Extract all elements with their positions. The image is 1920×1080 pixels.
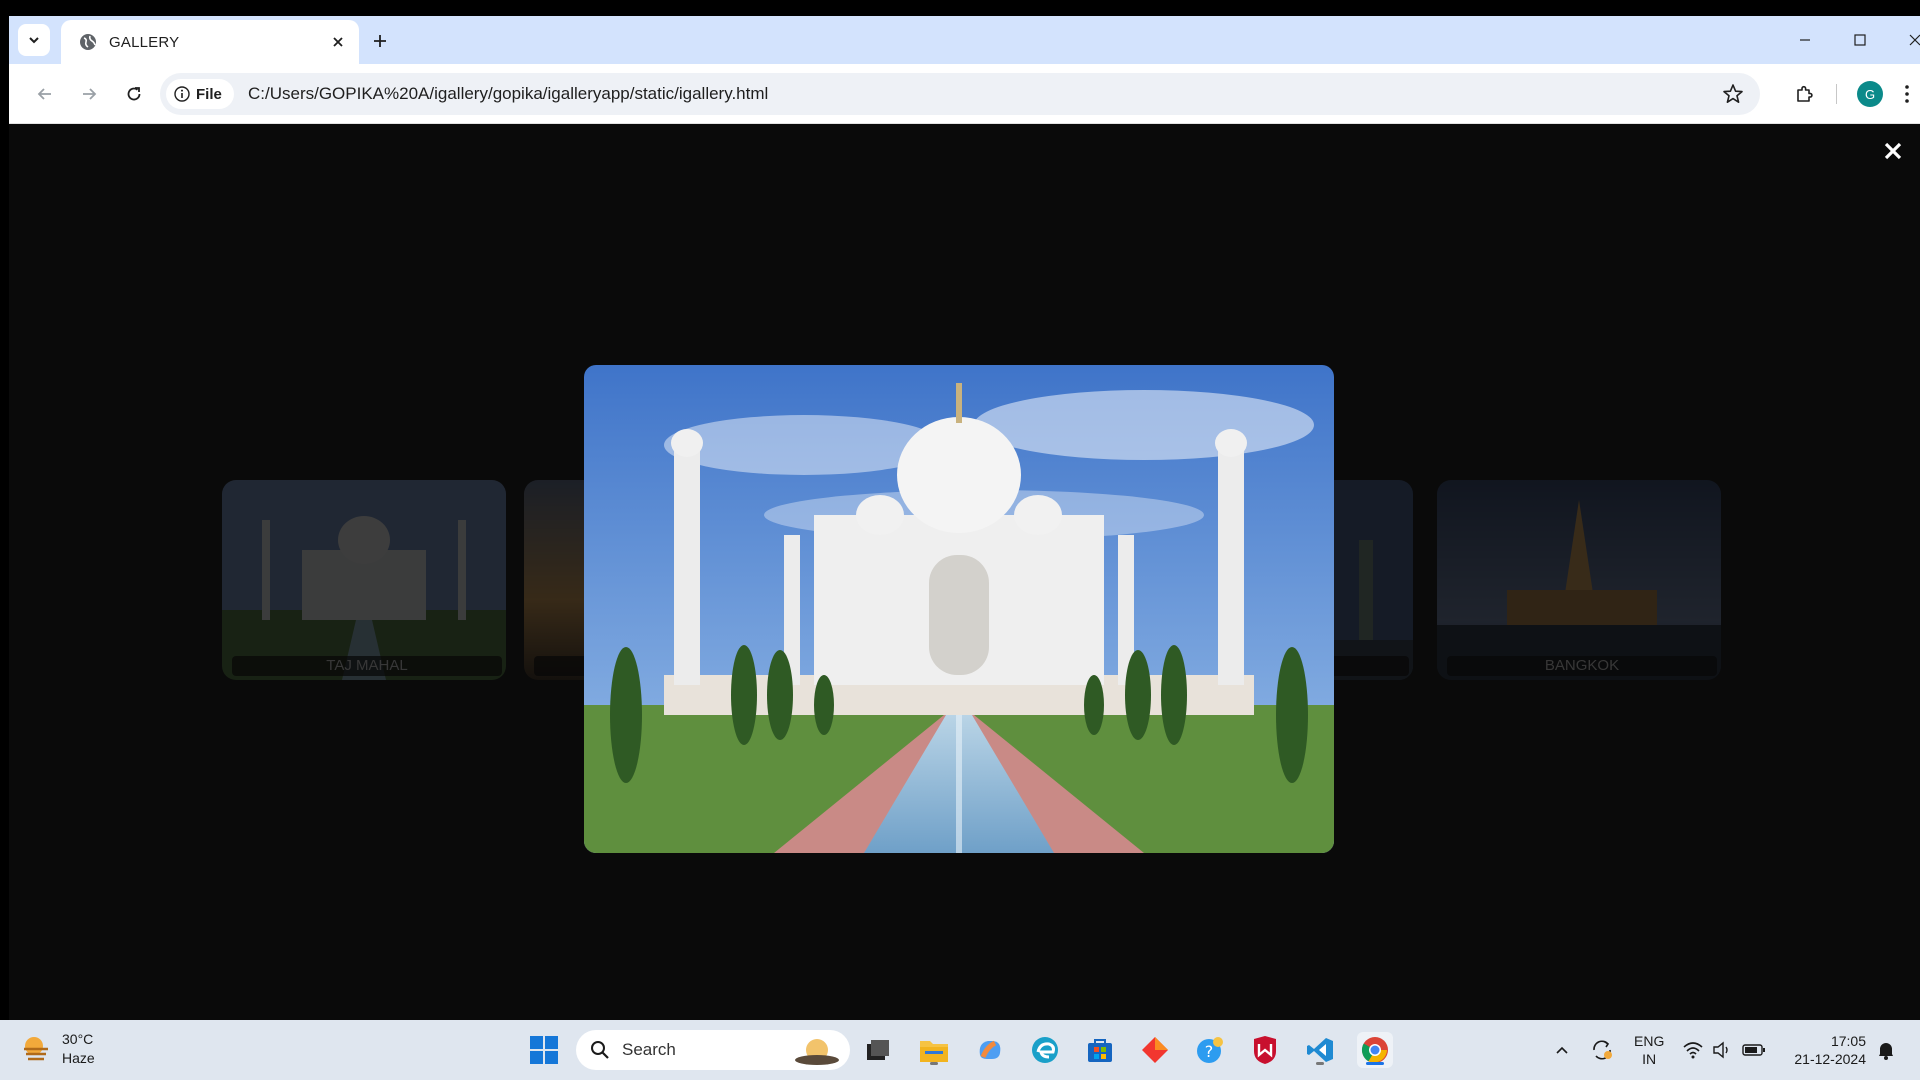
input-language[interactable]: ENG IN <box>1634 1032 1664 1068</box>
gallery-page: TAJ MAHAL BANGKOK <box>9 124 1920 1020</box>
store-button[interactable] <box>1082 1032 1118 1068</box>
clock[interactable]: 17:05 21-12-2024 <box>1786 1032 1866 1068</box>
active-indicator <box>1366 1062 1384 1065</box>
copilot-button[interactable] <box>972 1032 1008 1068</box>
reload-icon <box>127 87 141 101</box>
lightbox-close-button[interactable] <box>1880 138 1906 164</box>
globe-icon <box>80 34 96 50</box>
task-view-icon <box>867 1040 889 1060</box>
sync-icon <box>1593 1040 1612 1060</box>
card-label: BANGKOK <box>1447 656 1717 676</box>
show-hidden-icons-button[interactable] <box>1544 1032 1580 1068</box>
mcafee-button[interactable] <box>1247 1032 1283 1068</box>
gallery-card-taj-mahal[interactable]: TAJ MAHAL <box>222 480 506 680</box>
taj-mahal-photo <box>584 365 1334 853</box>
sync-button[interactable] <box>1584 1032 1620 1068</box>
bell-icon <box>1879 1043 1893 1060</box>
close-icon <box>1884 142 1902 160</box>
svg-text:?: ? <box>1205 1042 1214 1061</box>
puzzle-icon <box>1797 85 1813 102</box>
arrow-right-icon <box>83 88 97 100</box>
arrow-left-icon <box>37 88 51 100</box>
chevron-up-icon <box>1556 1046 1568 1054</box>
app-button[interactable]: ? <box>1192 1032 1228 1068</box>
diamond-app-icon <box>1142 1037 1168 1063</box>
minimize-icon <box>1800 39 1810 41</box>
wifi-icon <box>1683 1042 1703 1059</box>
bangkok-thumbnail <box>1437 480 1721 680</box>
taskbar: 30°C Haze Search ? ENG IN 17:05 21-12-20… <box>0 1020 1920 1080</box>
notifications-button[interactable] <box>1868 1032 1904 1068</box>
chrome-icon <box>1361 1037 1388 1063</box>
url-text[interactable]: C:/Users/GOPIKA%20A/igallery/gopika/igal… <box>248 84 768 104</box>
vscode-icon <box>1307 1038 1333 1062</box>
task-view-button[interactable] <box>860 1032 896 1068</box>
haze-icon <box>24 1037 48 1061</box>
battery-icon <box>1742 1044 1765 1056</box>
toolbar-divider <box>1836 84 1837 104</box>
edge-button[interactable] <box>1027 1032 1063 1068</box>
forward-button[interactable] <box>73 78 105 110</box>
plus-icon <box>374 35 386 47</box>
weather-desc: Haze <box>62 1050 95 1066</box>
tab-title: GALLERY <box>109 33 180 51</box>
tab-gallery[interactable]: GALLERY <box>61 20 359 64</box>
copilot-icon <box>979 1040 1001 1059</box>
chevron-down-icon <box>29 37 39 44</box>
taj-mahal-thumbnail <box>222 480 506 680</box>
address-bar[interactable]: File C:/Users/GOPIKA%20A/igallery/gopika… <box>160 73 1760 115</box>
tab-close-button[interactable] <box>327 31 349 53</box>
tips-icon: ? <box>1197 1037 1223 1063</box>
start-button[interactable] <box>526 1032 562 1068</box>
search-icon <box>591 1041 609 1059</box>
browser-window: GALLERY File C:/Users/GOPIKA%20A/igaller… <box>9 16 1920 1020</box>
close-window-button[interactable] <box>1895 24 1920 56</box>
new-tab-button[interactable] <box>367 28 393 54</box>
time: 17:05 <box>1830 1033 1866 1049</box>
lang-line1: ENG <box>1634 1033 1665 1049</box>
info-icon <box>174 86 190 102</box>
folder-icon <box>920 1041 948 1062</box>
shield-icon <box>1254 1036 1276 1064</box>
system-tray[interactable] <box>1682 1020 1766 1080</box>
weather-temp: 30°C <box>62 1031 94 1047</box>
gallery-card-bangkok[interactable]: BANGKOK <box>1437 480 1721 680</box>
windows-logo-icon <box>530 1036 558 1064</box>
tab-strip: GALLERY <box>9 16 1920 64</box>
lang-line2: IN <box>1642 1051 1657 1067</box>
taskbar-search[interactable]: Search <box>576 1030 850 1070</box>
browser-toolbar: File C:/Users/GOPIKA%20A/igallery/gopika… <box>9 64 1920 124</box>
back-button[interactable] <box>29 78 61 110</box>
store-icon <box>1088 1039 1112 1062</box>
card-label: TAJ MAHAL <box>232 656 502 676</box>
maximize-button[interactable] <box>1840 24 1880 56</box>
site-info-chip[interactable]: File <box>166 79 234 109</box>
profile-avatar[interactable]: G <box>1857 81 1883 107</box>
weather-widget[interactable]: 30°C Haze <box>20 1030 95 1068</box>
maximize-icon <box>1854 34 1866 46</box>
date: 21-12-2024 <box>1794 1051 1866 1067</box>
file-chip-label: File <box>196 85 222 103</box>
browser-menu-button[interactable] <box>1897 78 1917 110</box>
volume-icon <box>1713 1041 1728 1059</box>
search-highlight-icon <box>795 1039 839 1065</box>
chrome-button[interactable] <box>1357 1032 1393 1068</box>
running-indicator <box>930 1062 938 1065</box>
file-explorer-button[interactable] <box>916 1032 952 1068</box>
lightbox-image-taj-mahal <box>584 365 1334 853</box>
running-indicator <box>1316 1062 1324 1065</box>
edge-icon <box>1032 1037 1058 1063</box>
more-vertical-icon <box>1905 85 1909 103</box>
reload-button[interactable] <box>118 78 150 110</box>
close-icon <box>333 37 343 47</box>
close-icon <box>1909 34 1920 46</box>
star-icon[interactable] <box>1722 83 1744 105</box>
vscode-button[interactable] <box>1302 1032 1338 1068</box>
tab-search-button[interactable] <box>18 24 50 56</box>
app-button[interactable] <box>1137 1032 1173 1068</box>
extensions-button[interactable] <box>1789 78 1821 110</box>
minimize-button[interactable] <box>1785 24 1825 56</box>
search-label: Search <box>622 1040 676 1059</box>
